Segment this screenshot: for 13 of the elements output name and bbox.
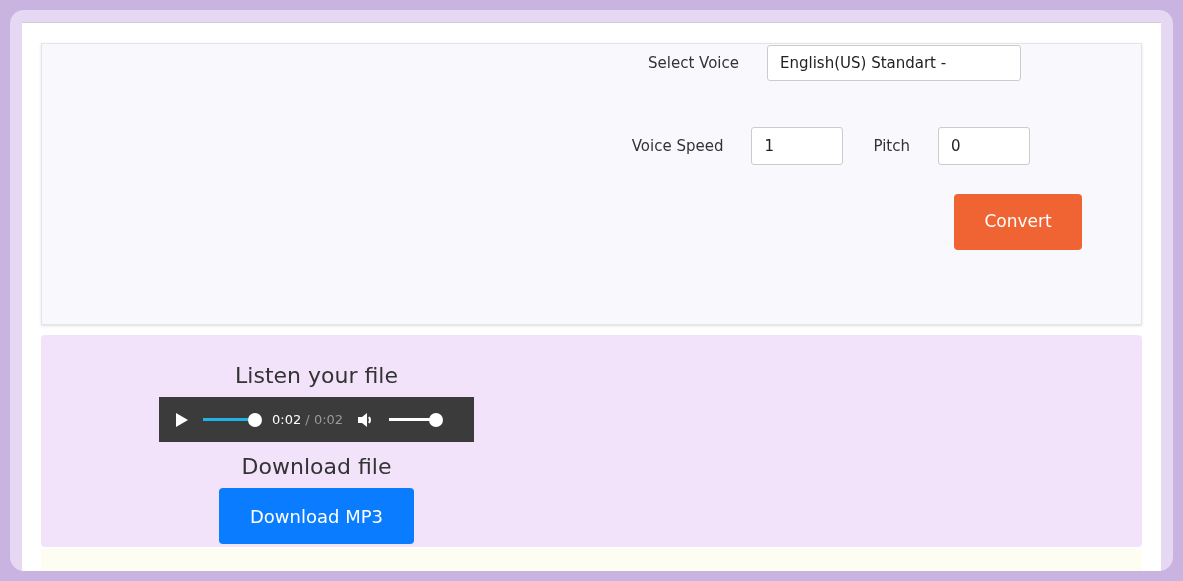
play-icon[interactable]: [175, 411, 189, 428]
field-label: Pitch: [873, 135, 910, 157]
download-heading: Download file: [241, 453, 392, 481]
field-label: Select Voice: [648, 52, 739, 74]
download-button[interactable]: Download MP3: [219, 488, 414, 544]
audio-player[interactable]: 0:02 / 0:02: [159, 397, 474, 442]
time-display: 0:02 / 0:02: [272, 410, 344, 429]
field-label: Voice Speed: [631, 135, 724, 157]
voice-select[interactable]: English(US) Standart -: [767, 45, 1021, 81]
speed-field[interactable]: 1: [751, 127, 844, 165]
pitch-field[interactable]: 0: [938, 127, 1030, 165]
listen-heading: Listen your file: [235, 362, 398, 390]
volume-slider[interactable]: [389, 412, 440, 427]
